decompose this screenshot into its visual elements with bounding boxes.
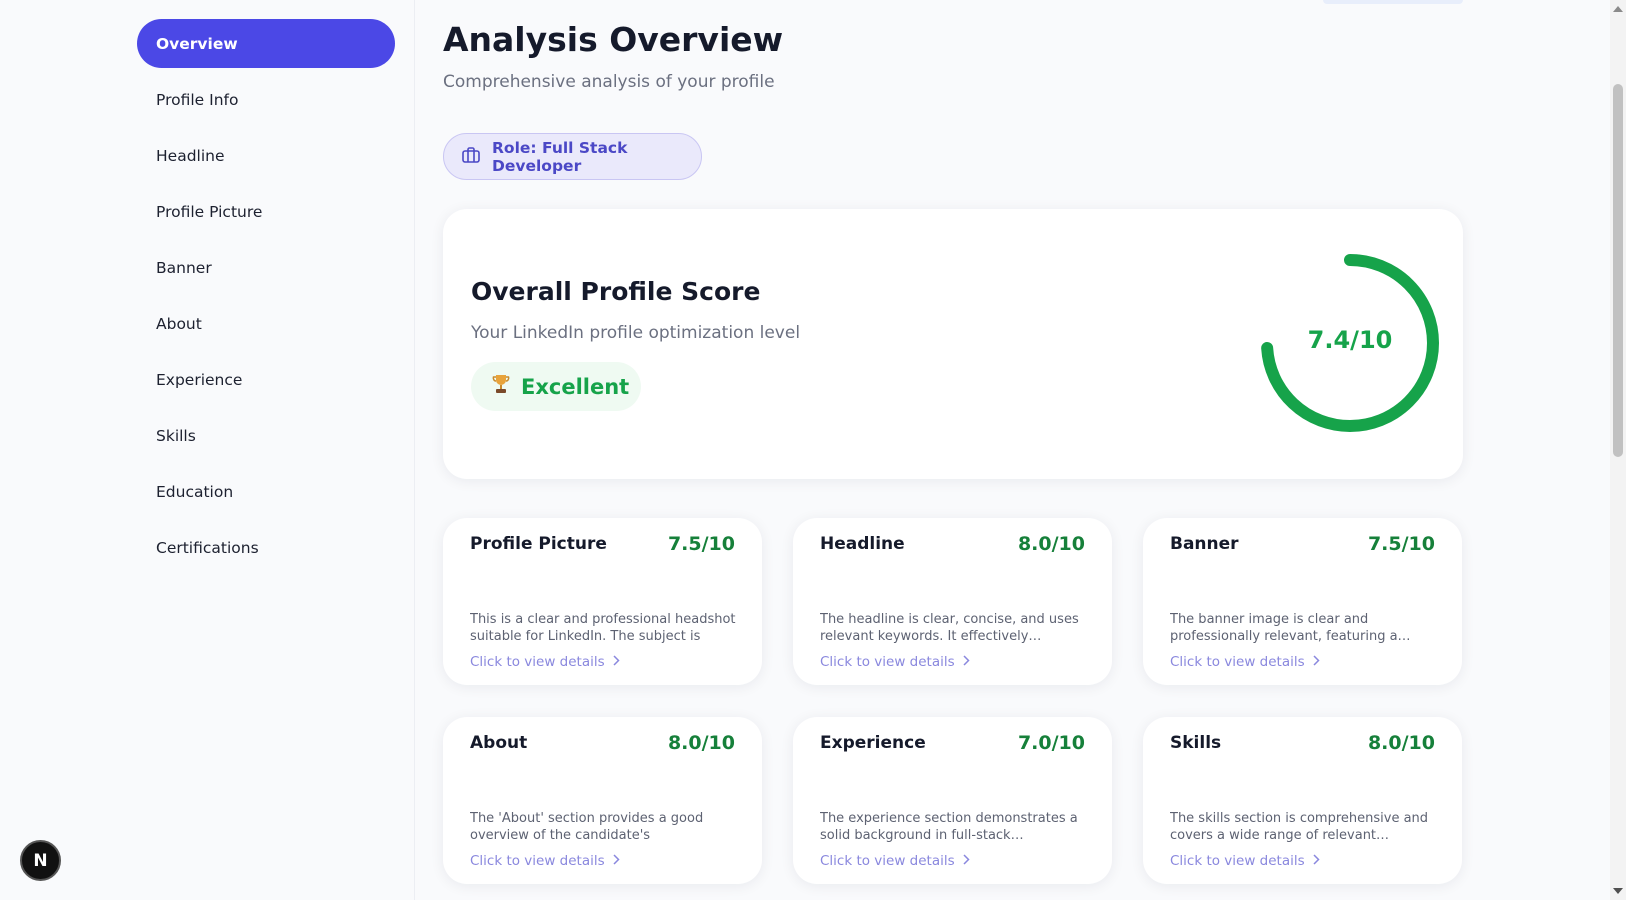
view-details-link[interactable]: Click to view details <box>1170 853 1320 869</box>
scroll-thumb[interactable] <box>1613 84 1623 457</box>
card-title: Profile Picture <box>470 534 607 554</box>
sidebar-item-education[interactable]: Education <box>137 467 395 516</box>
view-details-label: Click to view details <box>820 654 955 670</box>
sidebar-item-experience[interactable]: Experience <box>137 355 395 404</box>
sidebar-item-banner[interactable]: Banner <box>137 243 395 292</box>
view-details-label: Click to view details <box>820 853 955 869</box>
view-details-link[interactable]: Click to view details <box>470 654 620 670</box>
role-label: Role: Full Stack Developer <box>492 138 628 175</box>
scroll-down-arrow-icon[interactable] <box>1613 888 1623 894</box>
card-title: Experience <box>820 733 926 753</box>
trophy-icon <box>491 373 511 400</box>
page-scrollbar[interactable] <box>1610 0 1626 900</box>
overall-score-title: Overall Profile Score <box>471 277 761 306</box>
card-title: Skills <box>1170 733 1222 753</box>
view-details-label: Click to view details <box>1170 853 1305 869</box>
chevron-right-icon <box>1313 853 1320 869</box>
page-title: Analysis Overview <box>443 20 784 59</box>
chevron-right-icon <box>613 654 620 670</box>
card-description: The 'About' section provides a good over… <box>470 811 704 843</box>
sidebar-nav: Overview Profile Info Headline Profile P… <box>137 19 395 579</box>
chevron-right-icon <box>963 654 970 670</box>
chevron-right-icon <box>613 853 620 869</box>
page-subtitle: Comprehensive analysis of your profile <box>443 72 775 92</box>
card-description: The skills section is comprehensive and … <box>1170 811 1429 843</box>
card-title: Headline <box>820 534 905 554</box>
sidebar-item-overview[interactable]: Overview <box>137 19 395 68</box>
card-description: The experience section demonstrates a so… <box>820 811 1078 843</box>
sidebar-item-headline[interactable]: Headline <box>137 131 395 180</box>
card-title: Banner <box>1170 534 1239 554</box>
view-details-label: Click to view details <box>470 654 605 670</box>
card-title: About <box>470 733 528 753</box>
rating-label: Excellent <box>521 374 630 399</box>
sidebar-item-certifications[interactable]: Certifications <box>137 523 395 572</box>
rating-badge: Excellent <box>471 362 641 411</box>
section-card-headline[interactable]: Headline 8.0/10 The headline is clear, c… <box>793 518 1112 685</box>
section-card-experience[interactable]: Experience 7.0/10 The experience section… <box>793 717 1112 884</box>
view-details-label: Click to view details <box>470 853 605 869</box>
card-description: The banner image is clear and profession… <box>1170 612 1411 644</box>
card-score: 8.0/10 <box>1367 732 1435 754</box>
nextjs-dev-badge[interactable]: N <box>20 840 61 881</box>
section-card-profile-picture[interactable]: Profile Picture 7.5/10 This is a clear a… <box>443 518 762 685</box>
card-score: 8.0/10 <box>667 732 735 754</box>
view-details-link[interactable]: Click to view details <box>820 853 970 869</box>
view-details-link[interactable]: Click to view details <box>820 654 970 670</box>
main-content: Analysis Overview Comprehensive analysis… <box>443 0 1463 900</box>
card-description: This is a clear and professional headsho… <box>470 612 736 644</box>
sidebar-item-about[interactable]: About <box>137 299 395 348</box>
sidebar: Overview Profile Info Headline Profile P… <box>0 0 415 900</box>
overall-score-card: Overall Profile Score Your LinkedIn prof… <box>443 209 1463 479</box>
view-details-link[interactable]: Click to view details <box>470 853 620 869</box>
card-score: 8.0/10 <box>1017 533 1085 555</box>
section-card-skills[interactable]: Skills 8.0/10 The skills section is comp… <box>1143 717 1462 884</box>
card-score: 7.5/10 <box>667 533 735 555</box>
overall-score-subtitle: Your LinkedIn profile optimization level <box>471 323 801 343</box>
chevron-right-icon <box>963 853 970 869</box>
sidebar-item-profile-picture[interactable]: Profile Picture <box>137 187 395 236</box>
view-details-link[interactable]: Click to view details <box>1170 654 1320 670</box>
role-pill[interactable]: Role: Full Stack Developer <box>443 133 702 180</box>
view-details-label: Click to view details <box>1170 654 1305 670</box>
briefcase-icon <box>462 146 480 167</box>
section-card-banner[interactable]: Banner 7.5/10 The banner image is clear … <box>1143 518 1462 685</box>
scroll-up-arrow-icon[interactable] <box>1613 6 1623 12</box>
sidebar-item-skills[interactable]: Skills <box>137 411 395 460</box>
chevron-right-icon <box>1313 654 1320 670</box>
card-description: The headline is clear, concise, and uses… <box>820 612 1079 644</box>
app-root: Overview Profile Info Headline Profile P… <box>0 0 1626 900</box>
overall-score-value: 7.4/10 <box>1307 326 1393 354</box>
section-card-about[interactable]: About 8.0/10 The 'About' section provide… <box>443 717 762 884</box>
card-score: 7.0/10 <box>1017 732 1085 754</box>
card-score: 7.5/10 <box>1367 533 1435 555</box>
sidebar-item-profile-info[interactable]: Profile Info <box>137 75 395 124</box>
